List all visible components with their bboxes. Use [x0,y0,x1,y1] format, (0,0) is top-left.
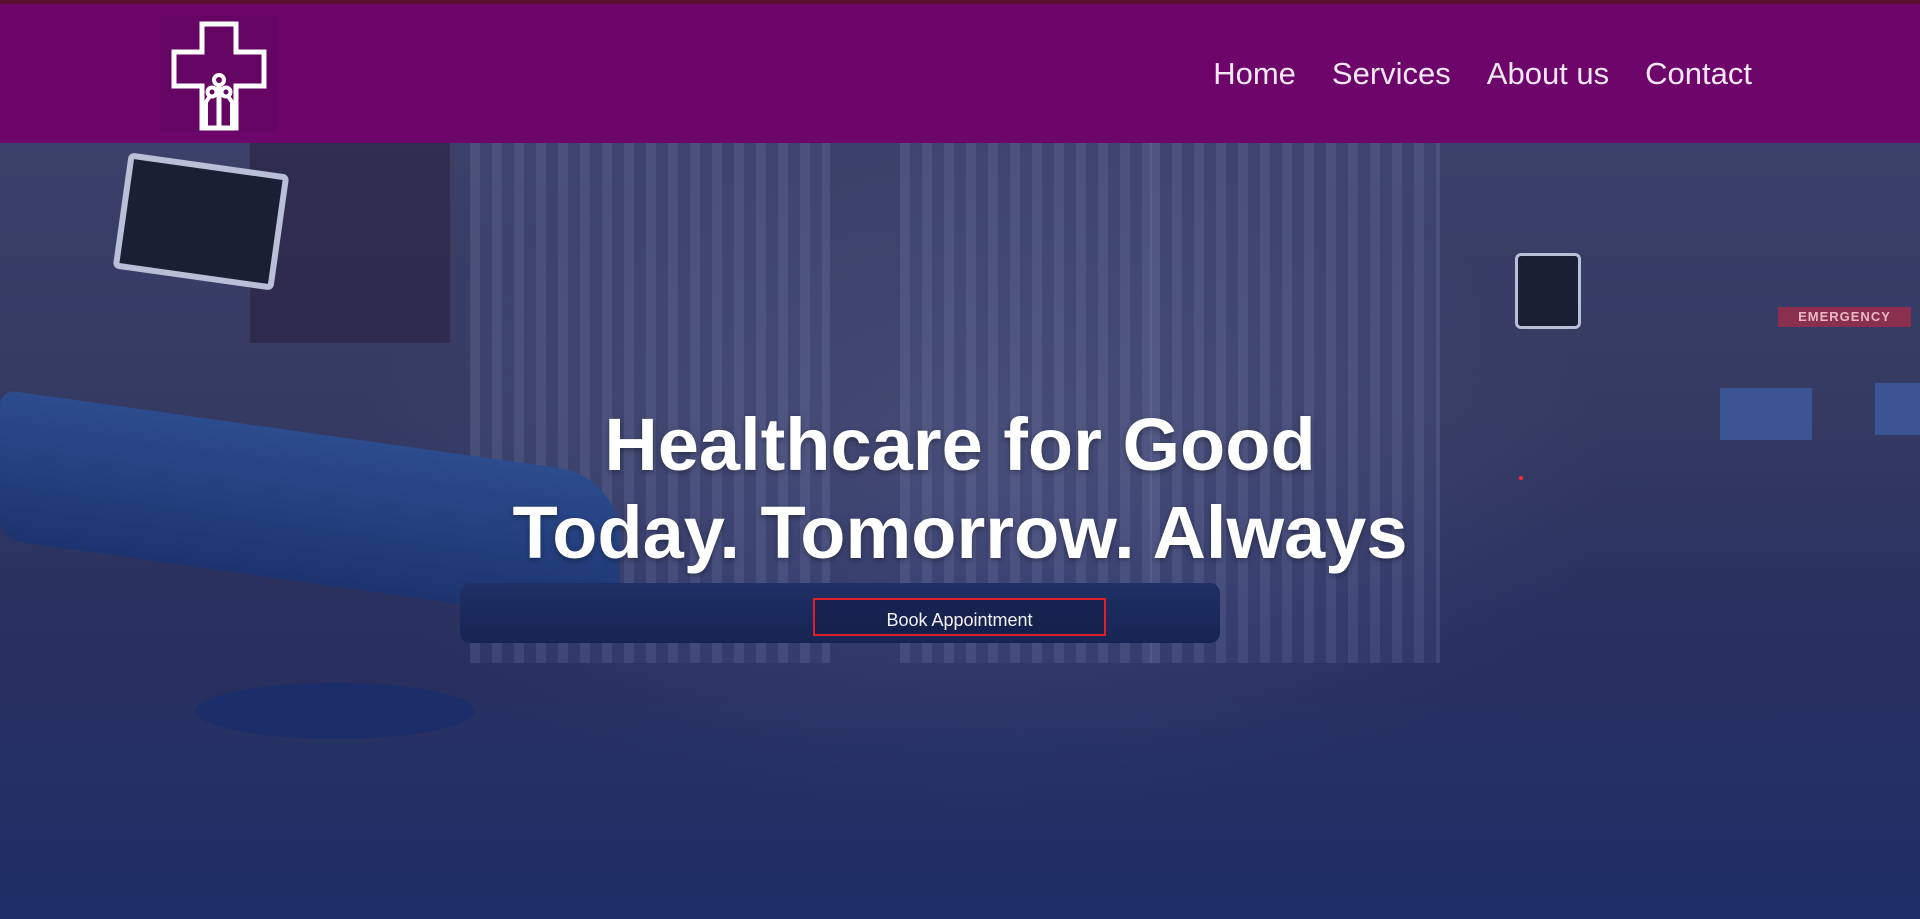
book-appointment-button[interactable]: Book Appointment [813,598,1106,636]
ceiling-monitor [1515,253,1581,329]
hero-headline-line1: Healthcare for Good [604,403,1316,486]
nav-home[interactable]: Home [1213,56,1296,92]
hero-section: EMERGENCY Healthcare for Good Today. Tom… [0,143,1920,919]
stool [195,683,475,739]
emergency-sign: EMERGENCY [1778,307,1911,327]
main-nav: Home Services About us Contact [1213,56,1752,92]
nav-services[interactable]: Services [1332,56,1451,92]
nav-about-us[interactable]: About us [1487,56,1609,92]
nav-contact[interactable]: Contact [1645,56,1752,92]
patient-monitor [112,152,290,291]
site-header: Home Services About us Contact [0,4,1920,143]
site-logo[interactable] [160,16,278,132]
medical-cross-circuit-icon [171,21,267,131]
hero-headline-line2: Today. Tomorrow. Always [512,491,1408,574]
